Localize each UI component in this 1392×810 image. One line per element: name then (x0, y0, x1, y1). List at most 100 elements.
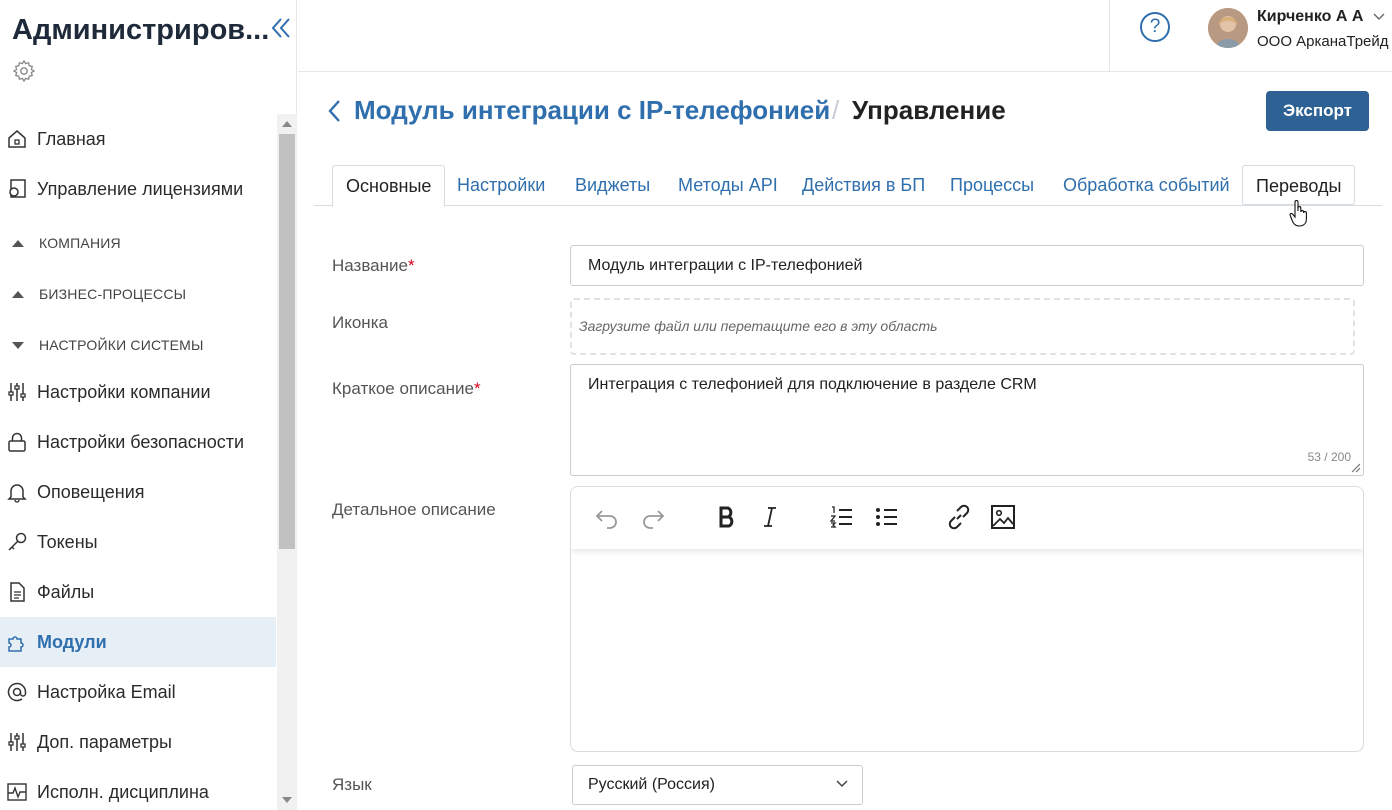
sidebar-section-business-processes[interactable]: БИЗНЕС-ПРОЦЕССЫ (0, 269, 276, 319)
short-description-text: Интеграция с телефонией для подключение … (588, 376, 1037, 393)
rich-text-editor[interactable] (570, 486, 1364, 752)
link-icon (948, 504, 970, 530)
page-title: Управление (852, 95, 1006, 125)
bold-button[interactable] (713, 503, 741, 531)
sidebar-item-extra-params[interactable]: Доп. параметры (0, 717, 276, 767)
puzzle-icon (8, 636, 24, 652)
tab-widgets[interactable]: Виджеты (575, 165, 650, 206)
tab-bar: Основные Настройки Виджеты Методы API Де… (314, 165, 1382, 207)
sidebar-item-email-settings[interactable]: Настройка Email (0, 667, 276, 717)
tab-translations[interactable]: Переводы (1242, 165, 1356, 205)
license-icon (9, 179, 26, 198)
insert-link-button[interactable] (945, 503, 973, 531)
pulse-icon (7, 783, 27, 801)
sidebar-item-discipline[interactable]: Исполн. дисциплина (0, 767, 276, 810)
collapse-arrow-icon (12, 341, 24, 349)
sidebar-item-label: Файлы (37, 581, 95, 602)
sidebar-item-tokens[interactable]: Токены (0, 517, 276, 567)
sidebar-item-label: Главная (37, 128, 106, 149)
character-counter: 53 / 200 (1307, 450, 1351, 464)
ordered-list-button[interactable] (828, 503, 856, 531)
home-icon (8, 130, 26, 148)
undo-button[interactable] (593, 503, 621, 531)
user-photo-icon (1208, 8, 1248, 48)
sidebar-section-company[interactable]: КОМПАНИЯ (0, 218, 276, 268)
avatar[interactable] (1208, 8, 1248, 48)
bell-icon (7, 484, 27, 503)
bullet-list-button[interactable] (873, 503, 901, 531)
redo-icon (643, 510, 665, 529)
top-bar: ? Кирченко А А ООО АрканаТрейд (298, 0, 1392, 72)
tab-bp-actions[interactable]: Действия в БП (802, 165, 925, 206)
italic-button[interactable] (756, 503, 784, 531)
sidebar: Администриров... Главная Управление лице… (0, 0, 297, 810)
language-select[interactable]: Русский (Россия) (572, 765, 863, 805)
sidebar-item-label: Оповещения (37, 481, 145, 502)
sidebar-section-system-settings[interactable]: НАСТРОЙКИ СИСТЕМЫ (0, 320, 276, 370)
user-organization: ООО АрканаТрейд (1257, 33, 1389, 50)
resize-handle-icon[interactable] (1351, 463, 1361, 473)
sidebar-item-files[interactable]: Файлы (0, 567, 276, 617)
sidebar-item-label: Исполн. дисциплина (37, 781, 209, 802)
sliders-icon (8, 733, 26, 751)
sidebar-item-modules[interactable]: Модули (0, 617, 276, 667)
sliders-icon (8, 383, 26, 401)
bullet-list-icon (876, 508, 897, 526)
sidebar-item-label: Управление лицензиями (37, 178, 244, 199)
sidebar-item-label: Модули (37, 631, 107, 652)
sidebar-item-notifications[interactable]: Оповещения (0, 467, 276, 517)
tab-processes[interactable]: Процессы (950, 165, 1034, 206)
user-name[interactable]: Кирченко А А (1257, 8, 1363, 26)
sidebar-item-label: Настройки безопасности (37, 431, 245, 452)
sidebar-item-label: Доп. параметры (37, 731, 172, 752)
lock-icon (8, 432, 26, 452)
tab-api-methods[interactable]: Методы API (678, 165, 778, 206)
sidebar-section-label: КОМПАНИЯ (39, 235, 121, 251)
sidebar-item-label: Настройка Email (37, 681, 176, 702)
hand-cursor-icon (1289, 200, 1307, 227)
file-icon (10, 582, 25, 602)
sidebar-menu: Главная Управление лицензиями КОМПАНИЯ Б… (0, 114, 276, 810)
gear-icon (12, 59, 36, 83)
key-icon (8, 532, 27, 551)
scrollbar-thumb[interactable] (279, 134, 295, 549)
sidebar-section-label: БИЗНЕС-ПРОЦЕССЫ (39, 286, 187, 302)
sidebar-item-home[interactable]: Главная (0, 114, 276, 164)
icon-label: Иконка (332, 313, 388, 332)
sidebar-item-label: Настройки компании (37, 381, 211, 402)
settings-gear-button[interactable] (12, 59, 36, 83)
scroll-up-arrow-icon[interactable] (282, 121, 292, 127)
ordered-list-icon (829, 506, 852, 528)
redo-button[interactable] (639, 503, 667, 531)
bold-icon (719, 506, 734, 528)
sidebar-item-licenses[interactable]: Управление лицензиями (0, 164, 276, 214)
sidebar-item-security-settings[interactable]: Настройки безопасности (0, 417, 276, 467)
chevron-down-icon[interactable] (1373, 12, 1385, 22)
editor-toolbar (571, 487, 1363, 549)
sidebar-section-label: НАСТРОЙКИ СИСТЕМЫ (39, 337, 204, 353)
insert-image-button[interactable] (989, 503, 1017, 531)
name-input[interactable]: Модуль интеграции с IP-телефонией (570, 245, 1364, 286)
detailed-description-label: Детальное описание (332, 500, 496, 519)
double-chevron-left-icon (271, 18, 290, 38)
app-title: Администриров... (12, 14, 270, 46)
language-label: Язык (332, 775, 372, 794)
language-selected-value: Русский (Россия) (588, 776, 715, 793)
back-arrow-icon[interactable] (325, 97, 345, 125)
collapse-sidebar-button[interactable] (270, 16, 296, 44)
help-button[interactable]: ? (1140, 12, 1170, 42)
at-icon (7, 682, 27, 702)
sidebar-item-company-settings[interactable]: Настройки компании (0, 367, 276, 417)
tab-event-handling[interactable]: Обработка событий (1063, 165, 1230, 206)
tab-main[interactable]: Основные (332, 165, 446, 207)
icon-upload-dropzone[interactable]: Загрузите файл или перетащите его в эту … (570, 298, 1355, 355)
breadcrumb-separator: / (832, 95, 840, 125)
image-icon (991, 505, 1015, 529)
expand-arrow-icon (12, 290, 24, 298)
short-description-textarea[interactable]: Интеграция с телефонией для подключение … (570, 364, 1364, 476)
sidebar-scrollbar[interactable] (277, 114, 297, 810)
export-button[interactable]: Экспорт (1266, 91, 1369, 131)
breadcrumb-module[interactable]: Модуль интеграции с IP-телефонией (354, 95, 830, 126)
tab-settings[interactable]: Настройки (457, 165, 545, 206)
scroll-down-arrow-icon[interactable] (282, 797, 292, 803)
